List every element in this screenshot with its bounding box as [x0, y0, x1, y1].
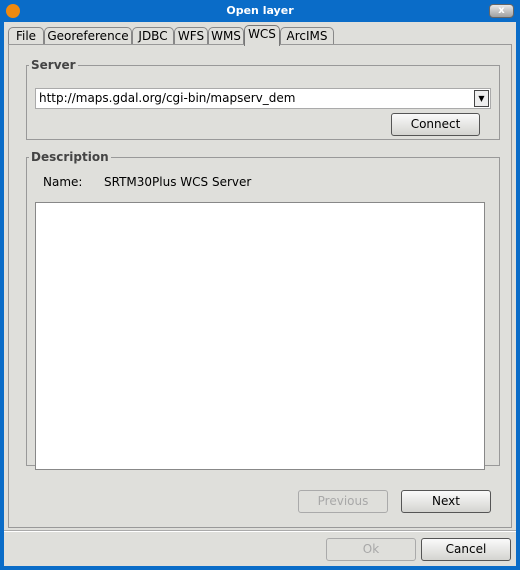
tab-georeference[interactable]: Georeference — [44, 27, 132, 45]
ok-button[interactable]: Ok — [326, 538, 416, 561]
name-value: SRTM30Plus WCS Server — [104, 175, 252, 189]
description-text-area[interactable] — [35, 202, 485, 470]
wcs-panel: Server http://maps.gdal.org/cgi-bin/maps… — [8, 44, 512, 528]
window-title: Open layer — [226, 4, 294, 17]
footer-divider — [4, 530, 516, 532]
tab-wcs[interactable]: WCS — [244, 25, 280, 46]
previous-button[interactable]: Previous — [298, 490, 388, 513]
title-bar: Open layer x — [0, 0, 520, 22]
tab-jdbc[interactable]: JDBC — [132, 27, 174, 45]
dialog-body: File Georeference JDBC WFS WMS WCS ArcIM… — [4, 22, 516, 566]
close-button[interactable]: x — [489, 4, 514, 18]
tab-wms[interactable]: WMS — [208, 27, 244, 45]
cancel-button[interactable]: Cancel — [421, 538, 511, 561]
description-group: Description Name: SRTM30Plus WCS Server — [26, 150, 500, 470]
server-url-value: http://maps.gdal.org/cgi-bin/mapserv_dem — [39, 91, 296, 105]
server-legend: Server — [31, 58, 76, 72]
chevron-down-icon[interactable]: ▼ — [474, 90, 489, 107]
server-group: Server http://maps.gdal.org/cgi-bin/maps… — [26, 58, 500, 140]
tab-arcims[interactable]: ArcIMS — [280, 27, 334, 45]
app-icon — [6, 4, 20, 18]
connect-button[interactable]: Connect — [391, 113, 480, 136]
tab-wfs[interactable]: WFS — [174, 27, 208, 45]
name-label: Name: — [43, 175, 83, 189]
server-url-combo[interactable]: http://maps.gdal.org/cgi-bin/mapserv_dem… — [35, 88, 491, 109]
tab-file[interactable]: File — [8, 27, 44, 45]
description-legend: Description — [31, 150, 109, 164]
next-button[interactable]: Next — [401, 490, 491, 513]
open-layer-dialog: Open layer x File Georeference JDBC WFS … — [0, 0, 520, 570]
